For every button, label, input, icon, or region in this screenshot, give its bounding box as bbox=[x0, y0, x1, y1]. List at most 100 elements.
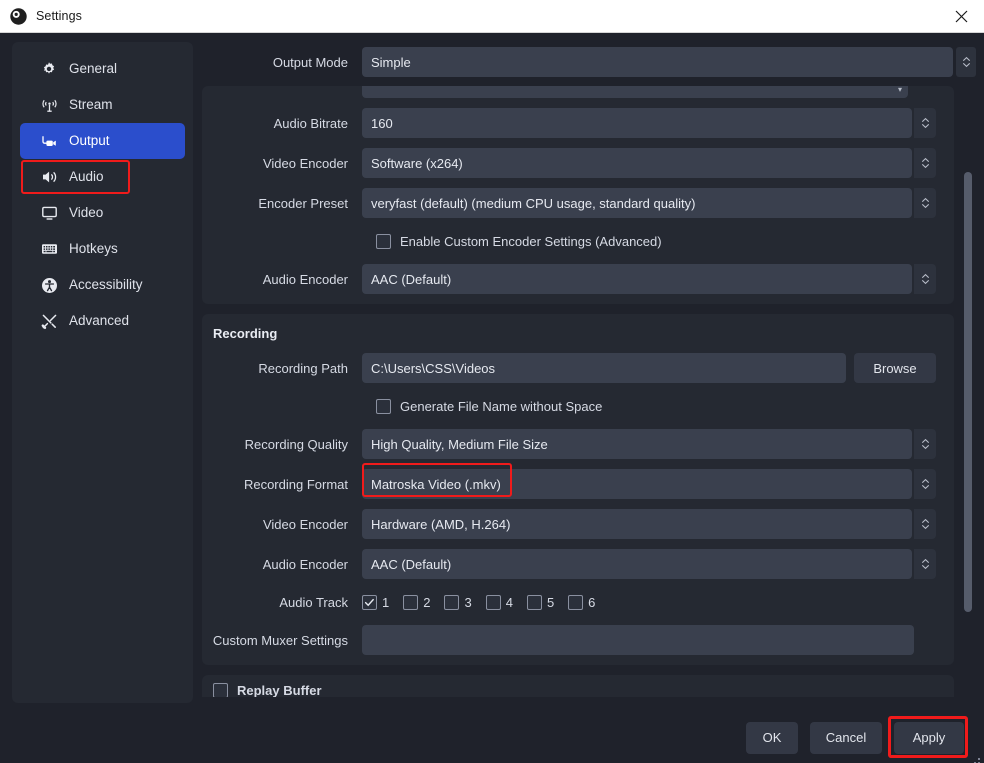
encoder-preset-select[interactable]: veryfast (default) (medium CPU usage, st… bbox=[362, 188, 912, 218]
speaker-icon bbox=[40, 168, 58, 186]
recording-quality-select[interactable]: High Quality, Medium File Size bbox=[362, 429, 912, 459]
recording-format-value: Matroska Video (.mkv) bbox=[371, 476, 501, 492]
audio-track-6-checkbox[interactable] bbox=[568, 594, 584, 610]
audio-track-2-label: 2 bbox=[423, 594, 431, 610]
recording-path-label: Recording Path bbox=[258, 360, 348, 376]
recording-section-title: Recording bbox=[213, 326, 278, 341]
sidebar-item-output[interactable]: Output bbox=[20, 123, 185, 159]
audio-track-6-label: 6 bbox=[588, 594, 596, 610]
chevron-down-icon: ▾ bbox=[897, 86, 902, 94]
sidebar-item-label: Stream bbox=[69, 97, 113, 113]
gear-icon bbox=[40, 60, 58, 78]
settings-scroll-region[interactable]: ▾ Audio Bitrate 160 Video Encoder Softwa… bbox=[202, 86, 976, 703]
output-mode-select[interactable]: Simple bbox=[362, 47, 953, 77]
close-icon[interactable] bbox=[938, 0, 984, 32]
sidebar-item-advanced[interactable]: Advanced bbox=[20, 303, 185, 339]
encoder-preset-value: veryfast (default) (medium CPU usage, st… bbox=[371, 195, 696, 211]
window-title: Settings bbox=[36, 9, 82, 23]
audio-track-5-checkbox[interactable] bbox=[526, 594, 542, 610]
sidebar-item-accessibility[interactable]: Accessibility bbox=[20, 267, 185, 303]
monitor-icon bbox=[40, 204, 58, 222]
recording-audio-encoder-spinner-icon[interactable] bbox=[914, 549, 936, 579]
replay-buffer-label: Replay Buffer bbox=[237, 683, 322, 697]
generate-filename-checkbox[interactable] bbox=[376, 398, 391, 414]
audio-track-1-label: 1 bbox=[382, 594, 390, 610]
obs-logo-icon bbox=[10, 7, 27, 25]
title-bar-left: Settings bbox=[0, 7, 82, 25]
cancel-button[interactable]: Cancel bbox=[810, 721, 882, 754]
clipped-field-above[interactable]: ▾ bbox=[362, 86, 908, 98]
audio-track-1-checkbox[interactable] bbox=[362, 594, 377, 610]
recording-audio-encoder-row: Audio Encoder AAC (Default) bbox=[202, 549, 936, 579]
apply-button[interactable]: Apply bbox=[894, 721, 964, 754]
generate-filename-label: Generate File Name without Space bbox=[400, 398, 603, 414]
sidebar-item-hotkeys[interactable]: Hotkeys bbox=[20, 231, 185, 267]
sidebar-item-label: Output bbox=[69, 133, 110, 149]
output-mode-spinner-icon[interactable] bbox=[956, 47, 976, 77]
audio-track-1[interactable]: 1 bbox=[362, 594, 396, 610]
audio-track-3[interactable]: 3 bbox=[444, 594, 478, 610]
recording-video-encoder-spinner-icon[interactable] bbox=[914, 509, 936, 539]
sidebar-item-audio[interactable]: Audio bbox=[20, 159, 185, 195]
recording-format-spinner-icon[interactable] bbox=[914, 469, 936, 499]
audio-track-6[interactable]: 6 bbox=[568, 594, 602, 610]
scrollbar-thumb[interactable] bbox=[964, 172, 972, 612]
sidebar-item-stream[interactable]: Stream bbox=[20, 87, 185, 123]
recording-path-row: Recording Path C:\Users\CSS\Videos Brows… bbox=[202, 353, 936, 383]
audio-track-4-label: 4 bbox=[505, 594, 513, 610]
recording-audio-encoder-select[interactable]: AAC (Default) bbox=[362, 549, 912, 579]
sidebar-item-label: Video bbox=[69, 205, 104, 221]
recording-format-select[interactable]: Matroska Video (.mkv) bbox=[362, 463, 912, 499]
recording-quality-spinner-icon[interactable] bbox=[914, 429, 936, 459]
title-bar: Settings bbox=[0, 0, 984, 33]
sidebar-item-label: Advanced bbox=[69, 313, 130, 329]
audio-track-2-checkbox[interactable] bbox=[403, 594, 419, 610]
audio-bitrate-row: Audio Bitrate 160 bbox=[202, 108, 936, 138]
resize-grip[interactable] bbox=[969, 757, 980, 763]
stream-audio-encoder-label: Audio Encoder bbox=[262, 271, 348, 287]
audio-track-label: Audio Track bbox=[279, 594, 348, 610]
ok-button[interactable]: OK bbox=[746, 721, 798, 754]
stream-audio-encoder-spinner-icon[interactable] bbox=[914, 264, 936, 294]
encoder-preset-row: Encoder Preset veryfast (default) (mediu… bbox=[202, 188, 936, 218]
recording-path-value: C:\Users\CSS\Videos bbox=[371, 360, 496, 376]
custom-encoder-settings-checkbox[interactable] bbox=[376, 233, 391, 249]
output-camera-icon bbox=[40, 132, 58, 150]
audio-track-3-checkbox[interactable] bbox=[444, 594, 460, 610]
sidebar-item-video[interactable]: Video bbox=[20, 195, 185, 231]
browse-button[interactable]: Browse bbox=[854, 353, 936, 383]
audio-track-2[interactable]: 2 bbox=[403, 594, 437, 610]
streaming-panel: ▾ Audio Bitrate 160 Video Encoder Softwa… bbox=[202, 86, 954, 304]
recording-quality-row: Recording Quality High Quality, Medium F… bbox=[202, 429, 936, 459]
custom-muxer-label: Custom Muxer Settings bbox=[212, 632, 348, 648]
settings-content: Output Mode Simple ▾ Audio Bitrate 160 V… bbox=[202, 42, 976, 703]
stream-audio-encoder-row: Audio Encoder AAC (Default) bbox=[202, 264, 936, 294]
audio-track-4-checkbox[interactable] bbox=[485, 594, 501, 610]
audio-track-5[interactable]: 5 bbox=[526, 594, 561, 610]
stream-video-encoder-label: Video Encoder bbox=[262, 155, 348, 171]
settings-sidebar: General Stream Output Audio Video Hotkey… bbox=[12, 42, 193, 703]
recording-panel: Recording Recording Path C:\Users\CSS\Vi… bbox=[202, 314, 954, 665]
sidebar-item-label: Accessibility bbox=[69, 277, 143, 293]
stream-video-encoder-spinner-icon[interactable] bbox=[914, 148, 936, 178]
audio-bitrate-spinner-icon[interactable] bbox=[914, 108, 936, 138]
sidebar-item-general[interactable]: General bbox=[20, 51, 185, 87]
dialog-body: General Stream Output Audio Video Hotkey… bbox=[0, 33, 984, 703]
custom-muxer-input[interactable] bbox=[362, 625, 914, 655]
custom-encoder-settings-label: Enable Custom Encoder Settings (Advanced… bbox=[400, 233, 662, 249]
audio-track-4[interactable]: 4 bbox=[485, 594, 520, 610]
settings-window: Settings General Stream Output Audio Vid… bbox=[0, 0, 984, 763]
content-scrollbar[interactable] bbox=[962, 86, 974, 699]
custom-encoder-settings-row: Enable Custom Encoder Settings (Advanced… bbox=[202, 228, 936, 254]
audio-track-5-label: 5 bbox=[546, 594, 555, 610]
recording-video-encoder-select[interactable]: Hardware (AMD, H.264) bbox=[362, 509, 912, 539]
replay-buffer-checkbox[interactable] bbox=[213, 683, 228, 697]
recording-path-input[interactable]: C:\Users\CSS\Videos bbox=[362, 353, 846, 383]
audio-bitrate-input[interactable]: 160 bbox=[362, 108, 912, 138]
tools-icon bbox=[40, 312, 58, 330]
stream-audio-encoder-select[interactable]: AAC (Default) bbox=[362, 264, 912, 294]
encoder-preset-spinner-icon[interactable] bbox=[914, 188, 936, 218]
audio-track-3-label: 3 bbox=[464, 594, 472, 610]
recording-format-label: Recording Format bbox=[243, 476, 348, 492]
stream-video-encoder-select[interactable]: Software (x264) bbox=[362, 148, 912, 178]
